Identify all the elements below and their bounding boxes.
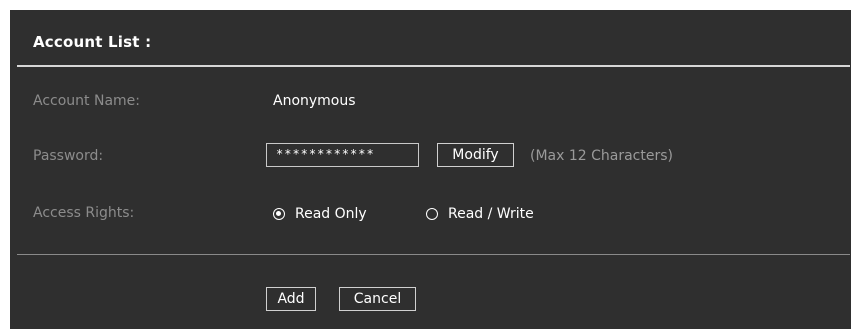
panel-header: Account List : [10, 10, 851, 65]
radio-checked-icon[interactable] [273, 208, 285, 220]
radio-read-write[interactable]: Read / Write [426, 206, 534, 222]
account-list-panel: Account List : Account Name: Anonymous P… [10, 10, 851, 329]
radio-read-write-label: Read / Write [448, 206, 534, 222]
radio-read-only-label: Read Only [295, 206, 367, 222]
access-rights-label: Access Rights: [33, 205, 135, 221]
actions-divider [17, 254, 850, 255]
radio-unchecked-icon[interactable] [426, 208, 438, 220]
cancel-button[interactable]: Cancel [339, 287, 416, 311]
panel-title: Account List : [33, 33, 152, 51]
password-hint: (Max 12 Characters) [530, 148, 673, 164]
password-label: Password: [33, 148, 104, 164]
modify-button[interactable]: Modify [437, 143, 514, 167]
account-name-value: Anonymous [273, 93, 356, 109]
radio-read-only[interactable]: Read Only [273, 206, 367, 222]
account-name-label: Account Name: [33, 93, 140, 109]
header-divider [17, 65, 850, 67]
add-button[interactable]: Add [266, 287, 316, 311]
password-field[interactable]: ************ [266, 143, 419, 167]
